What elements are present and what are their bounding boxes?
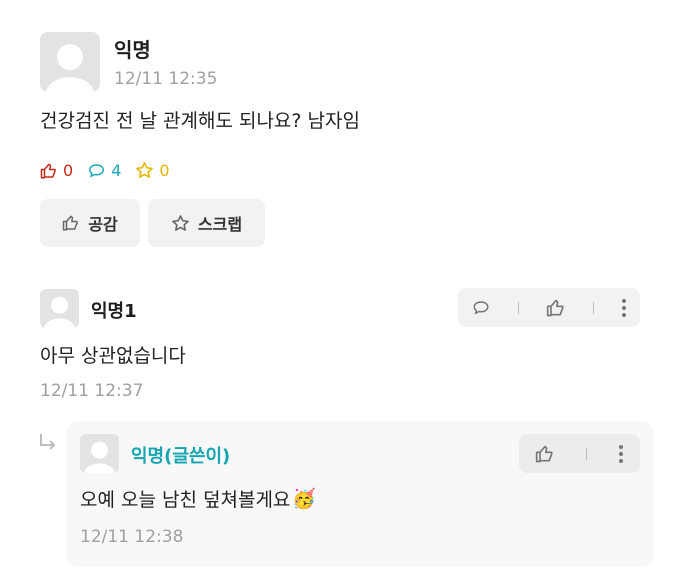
reply-avatar — [80, 434, 119, 473]
reply-author: 익명(글쓴이) — [131, 446, 231, 467]
like-button-label: 공감 — [88, 215, 118, 234]
speech-bubble-icon — [89, 163, 105, 178]
star-icon — [136, 162, 154, 178]
reply-body-text: 오예 오늘 남친 덮쳐볼게요 — [80, 489, 291, 511]
party-face-emoji: 🥳 — [292, 488, 317, 510]
comment-avatar — [40, 289, 79, 328]
comment-author: 익명1 — [91, 301, 137, 322]
reply-arrow-icon — [40, 434, 56, 450]
scrap-button[interactable]: 스크랩 — [148, 199, 265, 247]
comment-action-bar — [458, 288, 640, 327]
star-icon — [172, 214, 189, 231]
avatar-icon — [46, 44, 94, 92]
avatar-icon — [44, 296, 75, 328]
thumbs-up-icon[interactable] — [546, 298, 566, 318]
reply-body: 오예 오늘 남친 덮쳐볼게요 🥳 — [80, 485, 316, 512]
like-count: 0 — [40, 161, 73, 180]
more-vertical-icon[interactable] — [621, 298, 627, 318]
post-stats: 0 4 0 — [40, 161, 170, 180]
comment-time: 12/11 12:37 — [40, 381, 144, 401]
thumbs-up-icon — [63, 215, 79, 231]
divider — [518, 301, 520, 314]
divider — [592, 301, 594, 314]
post-body: 건강검진 전 날 관계해도 되나요? 남자임 — [40, 110, 360, 132]
post-time: 12/11 12:35 — [114, 69, 218, 89]
post-avatar — [40, 32, 100, 92]
scrap-count-value: 0 — [159, 161, 170, 180]
scrap-button-label: 스크랩 — [197, 215, 243, 234]
thumbs-up-icon — [40, 163, 56, 178]
more-vertical-icon[interactable] — [618, 444, 624, 464]
divider — [585, 447, 587, 460]
comment-body: 아무 상관없습니다 — [40, 345, 186, 367]
reply-time: 12/11 12:38 — [80, 527, 184, 547]
comment-count-value: 4 — [111, 161, 122, 180]
scrap-count: 0 — [135, 161, 170, 180]
speech-bubble-icon[interactable] — [471, 299, 491, 317]
like-count-value: 0 — [63, 161, 74, 180]
post-author: 익명 — [114, 38, 151, 62]
reply-action-bar — [519, 434, 640, 473]
thumbs-up-icon[interactable] — [535, 444, 555, 464]
avatar-icon — [84, 441, 115, 473]
like-button[interactable]: 공감 — [40, 199, 140, 247]
comment-count: 4 — [87, 161, 121, 180]
